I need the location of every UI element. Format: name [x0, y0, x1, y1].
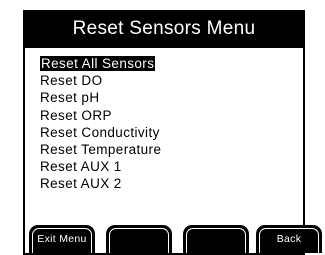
menu-item-label: Reset DO: [40, 73, 103, 89]
menu-item-reset-aux-2[interactable]: Reset AUX 2: [40, 175, 161, 192]
menu-item-reset-orp[interactable]: Reset ORP: [40, 107, 161, 124]
menu-title-bar: Reset Sensors Menu: [23, 10, 305, 48]
reset-sensors-menu-list: Reset All Sensors Reset DO Reset pH Rese…: [40, 55, 161, 193]
back-softkey[interactable]: Back: [256, 225, 322, 253]
softkey-outline: [186, 228, 246, 253]
exit-menu-softkey[interactable]: Exit Menu: [29, 225, 95, 253]
menu-item-label: Reset pH: [40, 90, 100, 106]
softkey-bar: Exit Menu Back: [29, 225, 325, 255]
menu-item-label: Reset All Sensors: [40, 56, 156, 71]
menu-item-reset-do[interactable]: Reset DO: [40, 72, 161, 89]
softkey-label: Exit Menu: [37, 233, 87, 245]
menu-item-label: Reset AUX 1: [40, 159, 122, 175]
menu-item-reset-conductivity[interactable]: Reset Conductivity: [40, 124, 161, 141]
softkey-label: Back: [276, 233, 302, 245]
menu-item-label: Reset Conductivity: [40, 124, 160, 140]
blank-softkey-3[interactable]: [183, 225, 249, 253]
menu-item-label: Reset AUX 2: [40, 176, 122, 192]
blank-softkey-2[interactable]: [106, 225, 172, 253]
menu-item-label: Reset Temperature: [40, 141, 162, 157]
menu-item-reset-temperature[interactable]: Reset Temperature: [40, 141, 161, 158]
menu-item-reset-all-sensors[interactable]: Reset All Sensors: [40, 55, 161, 72]
menu-item-label: Reset ORP: [40, 107, 112, 123]
page-title: Reset Sensors Menu: [72, 18, 256, 39]
menu-item-reset-ph[interactable]: Reset pH: [40, 89, 161, 106]
menu-item-reset-aux-1[interactable]: Reset AUX 1: [40, 158, 161, 175]
softkey-outline: [109, 228, 169, 253]
